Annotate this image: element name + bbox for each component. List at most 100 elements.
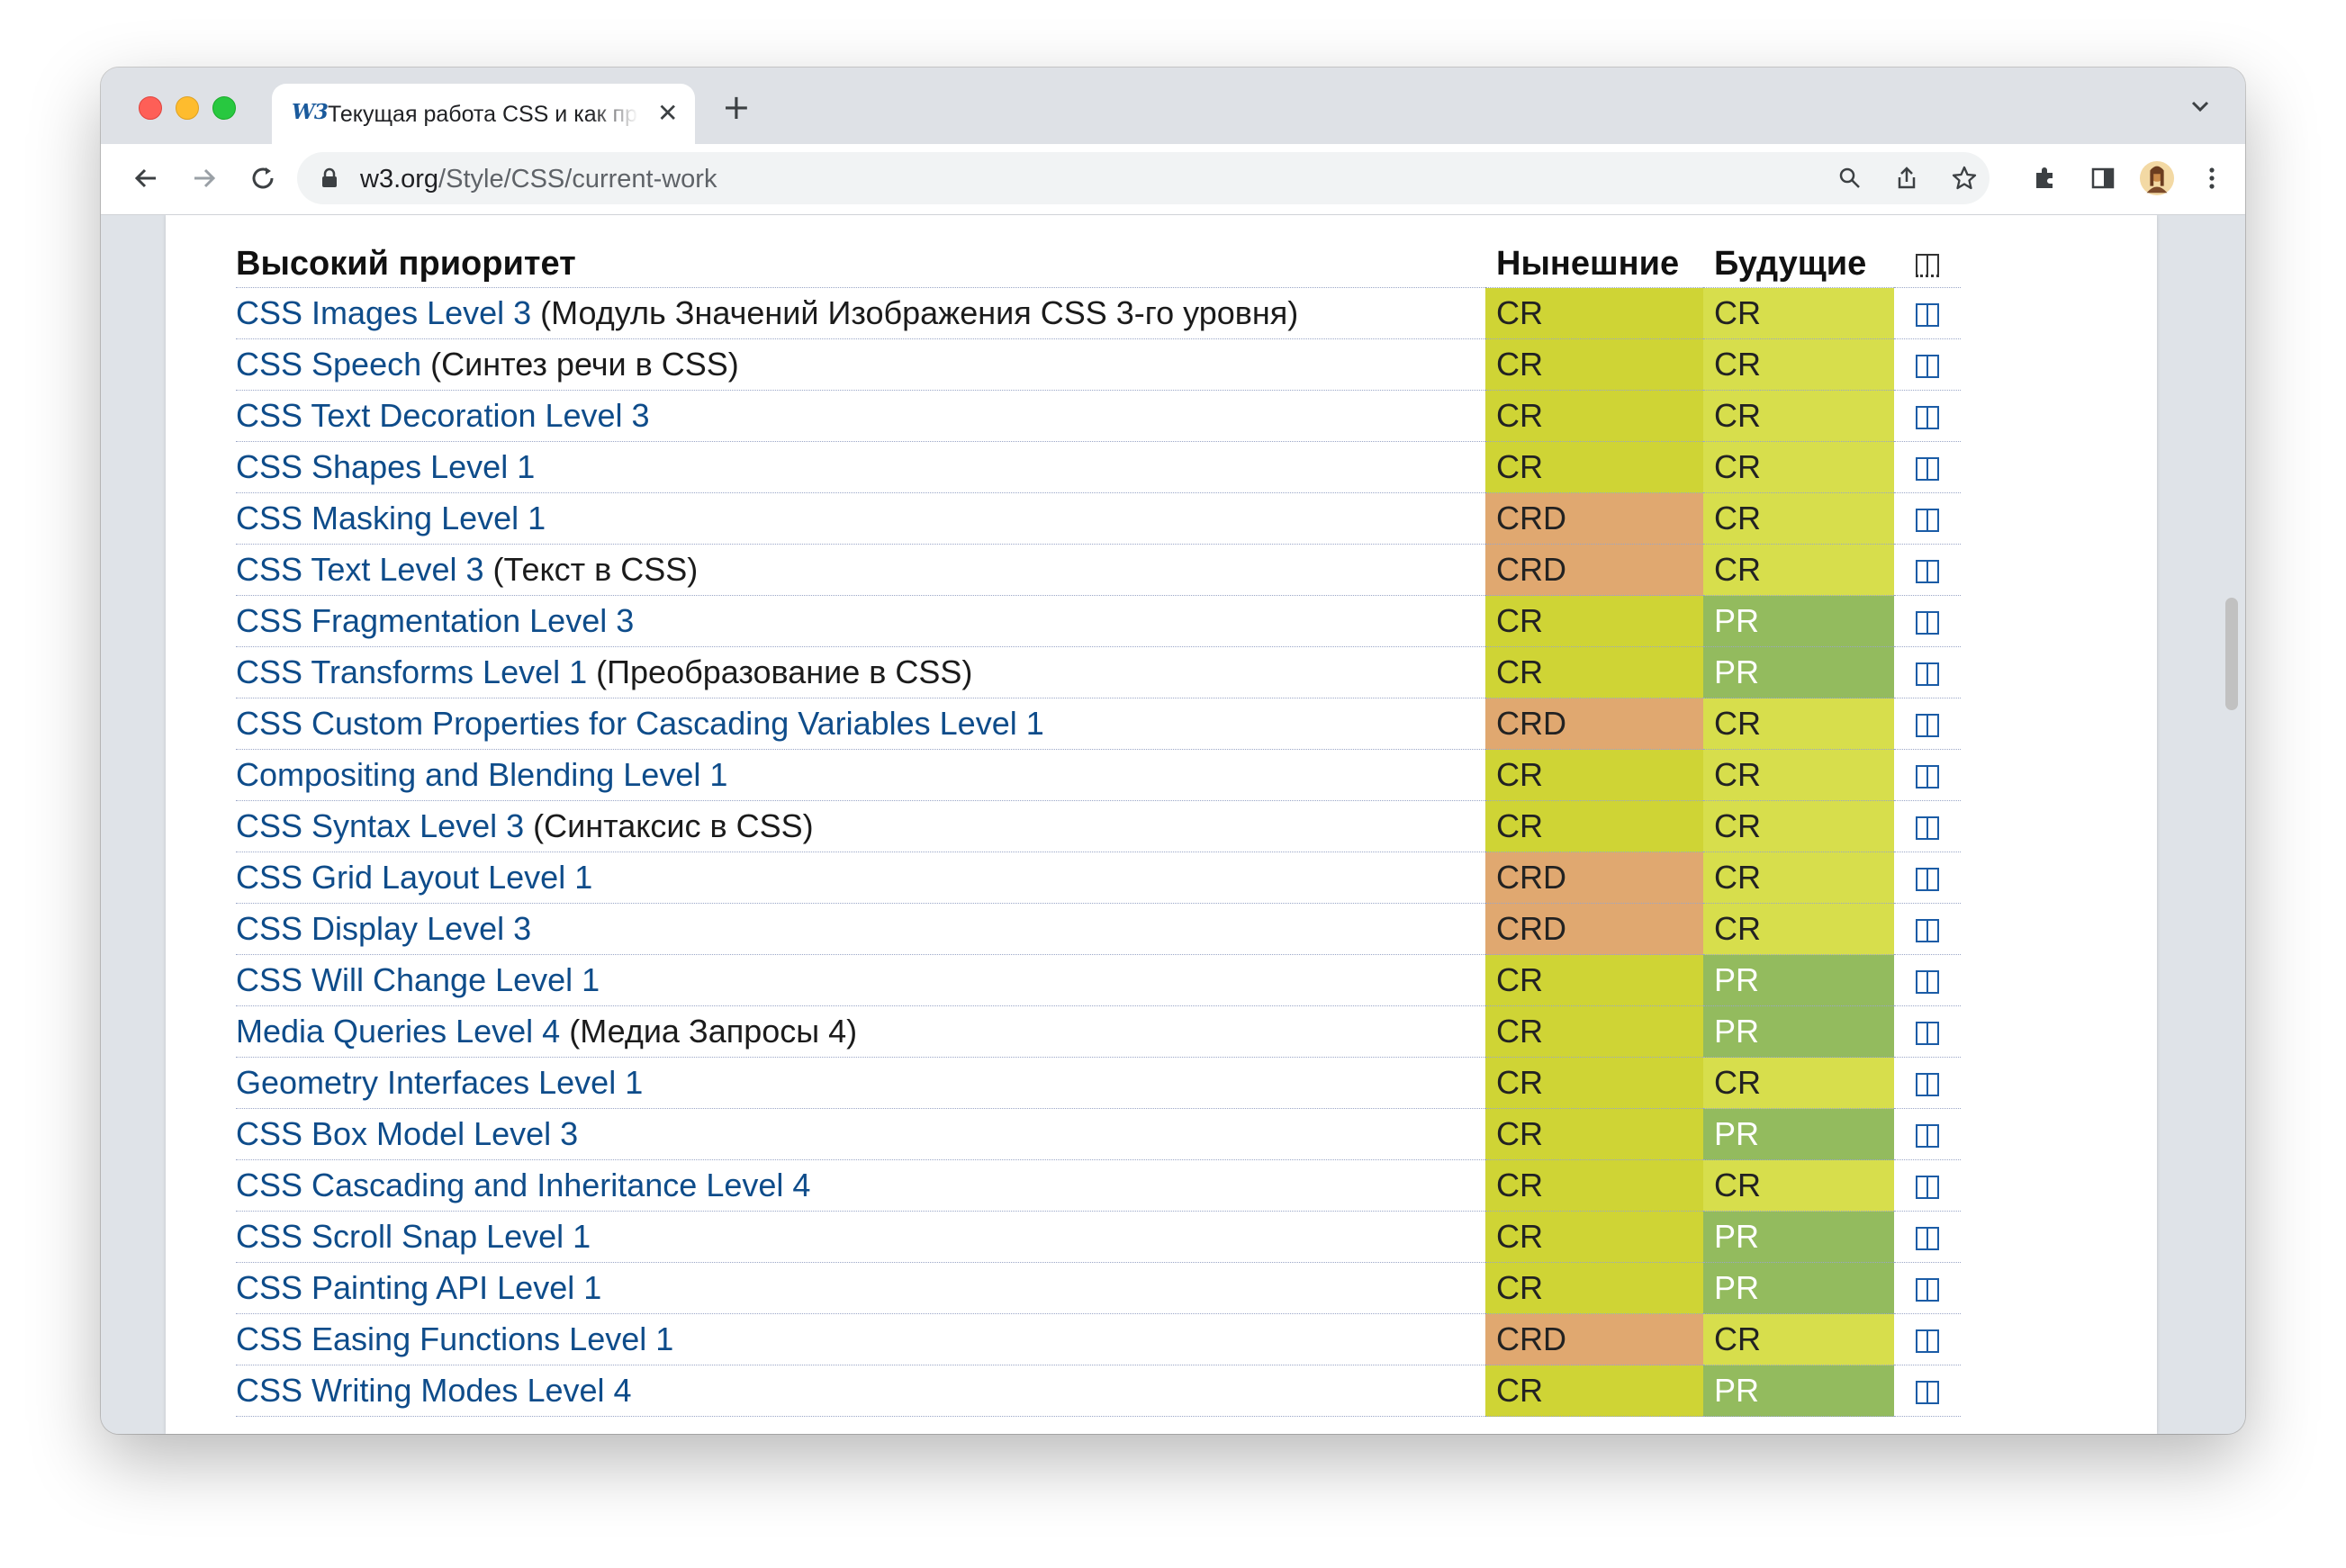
spec-name-cell: CSS Grid Layout Level 1 <box>236 852 1485 904</box>
history-link[interactable] <box>1894 1057 1961 1109</box>
current-status-cell: CR <box>1485 1108 1703 1160</box>
table-row: Compositing and Blending Level 1 CR CR <box>236 749 1961 801</box>
spec-link[interactable]: CSS Syntax Level 3 <box>236 807 524 844</box>
spec-name-cell: Geometry Interfaces Level 1 <box>236 1057 1485 1109</box>
table-row: CSS Images Level 3 (Модуль Значений Изоб… <box>236 287 1961 339</box>
spec-link[interactable]: CSS Custom Properties for Cascading Vari… <box>236 705 1044 742</box>
spec-link[interactable]: Geometry Interfaces Level 1 <box>236 1064 643 1101</box>
future-status-cell: PR <box>1703 1211 1894 1263</box>
history-link[interactable] <box>1894 441 1961 493</box>
spec-name-cell: CSS Will Change Level 1 <box>236 954 1485 1006</box>
history-link[interactable] <box>1894 595 1961 647</box>
spec-link[interactable]: CSS Painting API Level 1 <box>236 1269 601 1306</box>
history-link[interactable] <box>1894 1159 1961 1212</box>
spec-link[interactable]: CSS Images Level 3 <box>236 294 531 331</box>
history-link[interactable] <box>1894 1262 1961 1314</box>
spec-link[interactable]: CSS Easing Functions Level 1 <box>236 1320 673 1357</box>
history-link[interactable] <box>1894 698 1961 750</box>
history-icon <box>1916 1022 1939 1046</box>
history-link[interactable] <box>1894 390 1961 442</box>
future-status-cell: CR <box>1703 698 1894 750</box>
star-icon[interactable] <box>1946 160 1982 196</box>
spec-link[interactable]: CSS Text Level 3 <box>236 551 483 588</box>
browser-toolbar: w3.org/Style/CSS/current-work <box>101 144 2245 215</box>
share-icon[interactable] <box>1889 160 1925 196</box>
new-tab-button[interactable]: + <box>722 90 751 124</box>
forward-arrow-icon[interactable] <box>186 160 222 196</box>
history-link[interactable] <box>1894 338 1961 391</box>
history-link[interactable] <box>1894 544 1961 596</box>
current-status-cell: CR <box>1485 954 1703 1006</box>
table-row: CSS Easing Functions Level 1 CRD CR <box>236 1313 1961 1365</box>
future-status-cell: CR <box>1703 544 1894 596</box>
spec-link[interactable]: CSS Box Model Level 3 <box>236 1115 578 1152</box>
history-link[interactable] <box>1894 492 1961 545</box>
spec-name-cell: CSS Scroll Snap Level 1 <box>236 1211 1485 1263</box>
table-row: CSS Masking Level 1 CRD CR <box>236 492 1961 545</box>
scrollbar-thumb[interactable] <box>2225 598 2238 710</box>
spec-name-cell: CSS Painting API Level 1 <box>236 1262 1485 1314</box>
future-status-cell: CR <box>1703 852 1894 904</box>
spec-link[interactable]: CSS Scroll Snap Level 1 <box>236 1218 591 1255</box>
history-link[interactable] <box>1894 646 1961 698</box>
history-link[interactable] <box>1894 1365 1961 1417</box>
back-arrow-icon[interactable] <box>128 160 164 196</box>
spec-link[interactable]: Media Queries Level 4 <box>236 1013 560 1050</box>
history-icon <box>1916 406 1939 430</box>
search-icon[interactable] <box>1832 160 1868 196</box>
current-status-cell: CR <box>1485 1057 1703 1109</box>
side-panel-icon[interactable] <box>2085 160 2121 196</box>
lock-icon[interactable] <box>311 160 347 196</box>
spec-link[interactable]: CSS Speech <box>236 346 421 383</box>
address-bar[interactable]: w3.org/Style/CSS/current-work <box>297 152 1990 204</box>
spec-link[interactable]: CSS Writing Modes Level 4 <box>236 1372 632 1409</box>
future-status-cell: PR <box>1703 954 1894 1006</box>
kebab-menu-icon[interactable] <box>2194 160 2230 196</box>
tab-close-icon[interactable]: ✕ <box>657 97 678 130</box>
future-status-cell: CR <box>1703 338 1894 391</box>
spec-link[interactable]: CSS Grid Layout Level 1 <box>236 859 592 896</box>
table-row: CSS Speech (Синтез речи в CSS) CR CR <box>236 338 1961 391</box>
spec-link[interactable]: CSS Will Change Level 1 <box>236 961 600 998</box>
history-icon <box>1916 868 1939 892</box>
page-content: Высокий приоритет Нынешние Будущие CSS I… <box>166 215 2157 1434</box>
active-tab[interactable]: W3 Текущая работа CSS и как пр ✕ <box>272 84 695 144</box>
spec-link[interactable]: Compositing and Blending Level 1 <box>236 756 727 793</box>
minimize-window-button[interactable] <box>176 96 199 120</box>
history-link[interactable] <box>1894 1211 1961 1263</box>
history-link[interactable] <box>1894 852 1961 904</box>
avatar[interactable] <box>2139 160 2175 196</box>
extensions-icon[interactable] <box>2027 160 2063 196</box>
history-link[interactable] <box>1894 903 1961 955</box>
spec-link[interactable]: CSS Transforms Level 1 <box>236 653 587 690</box>
history-link[interactable] <box>1894 287 1961 339</box>
spec-link[interactable]: CSS Masking Level 1 <box>236 500 546 536</box>
current-status-cell: CRD <box>1485 492 1703 545</box>
history-link[interactable] <box>1894 954 1961 1006</box>
history-link[interactable] <box>1894 1005 1961 1058</box>
spec-name-cell: CSS Fragmentation Level 3 <box>236 595 1485 647</box>
maximize-window-button[interactable] <box>212 96 236 120</box>
history-link[interactable] <box>1894 1313 1961 1365</box>
spec-link[interactable]: CSS Display Level 3 <box>236 910 531 947</box>
history-icon <box>1916 970 1939 995</box>
current-status-cell: CR <box>1485 390 1703 442</box>
table-row: CSS Syntax Level 3 (Синтаксис в CSS) CR CR <box>236 800 1961 852</box>
spec-link[interactable]: CSS Shapes Level 1 <box>236 448 535 485</box>
reload-icon[interactable] <box>245 160 281 196</box>
current-status-cell: CR <box>1485 338 1703 391</box>
close-window-button[interactable] <box>139 96 162 120</box>
spec-name-cell: CSS Cascading and Inheritance Level 4 <box>236 1159 1485 1212</box>
history-link[interactable] <box>1894 749 1961 801</box>
future-status-cell: PR <box>1703 1108 1894 1160</box>
current-status-cell: CR <box>1485 595 1703 647</box>
spec-name-cell: CSS Masking Level 1 <box>236 492 1485 545</box>
history-link[interactable] <box>1894 800 1961 852</box>
tab-search-chevron-icon[interactable] <box>2187 93 2214 120</box>
history-link[interactable] <box>1894 1108 1961 1160</box>
spec-name-cell: CSS Images Level 3 (Модуль Значений Изоб… <box>236 287 1485 339</box>
spec-link[interactable]: CSS Fragmentation Level 3 <box>236 602 634 639</box>
table-row: CSS Will Change Level 1 CR PR <box>236 954 1961 1006</box>
spec-link[interactable]: CSS Text Decoration Level 3 <box>236 397 650 434</box>
spec-link[interactable]: CSS Cascading and Inheritance Level 4 <box>236 1167 810 1203</box>
